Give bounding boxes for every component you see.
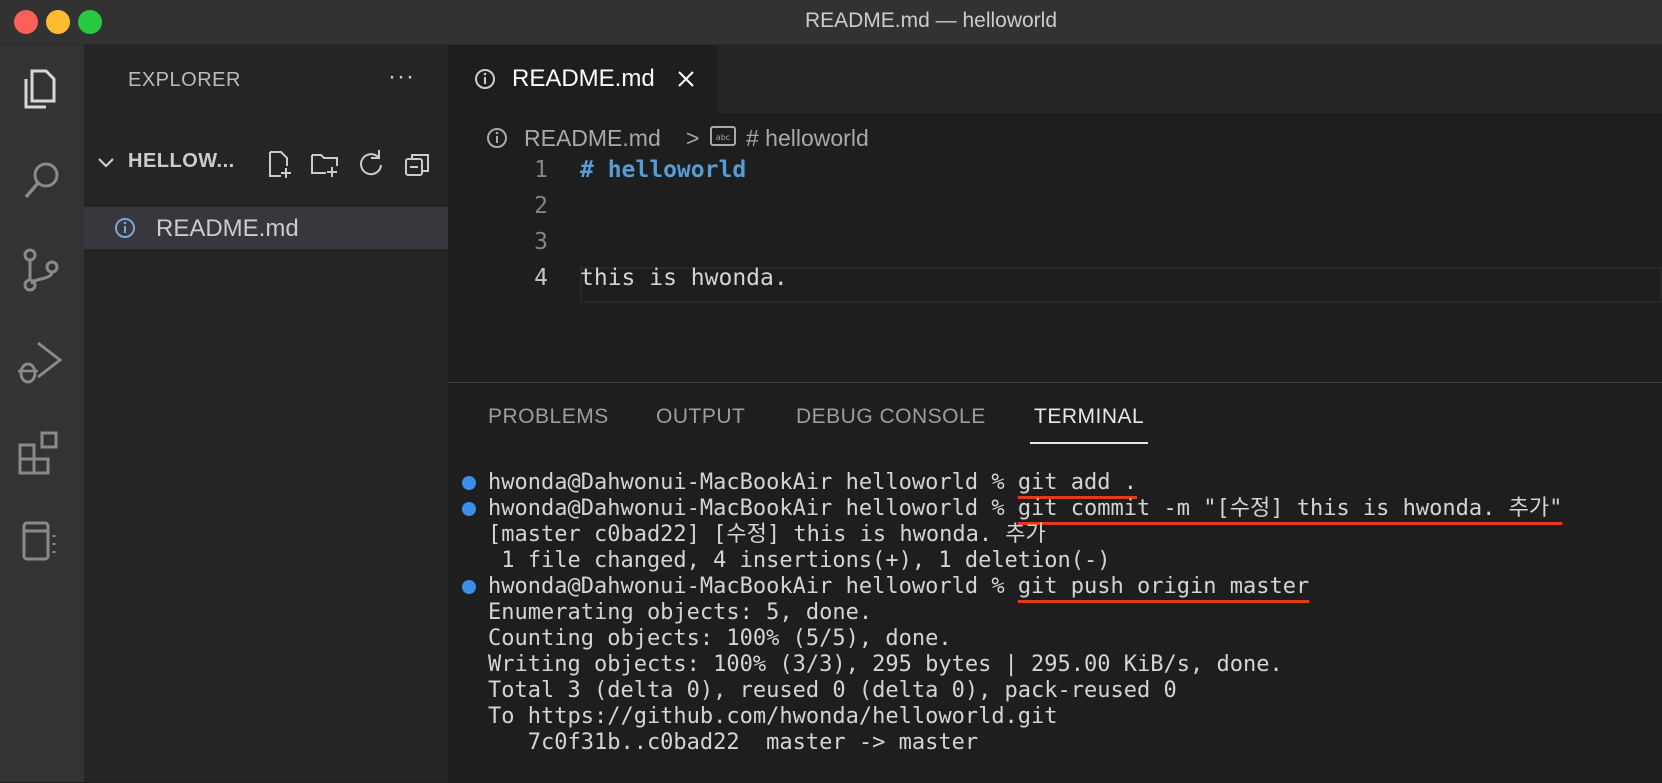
new-file-icon[interactable]	[264, 149, 294, 179]
refresh-icon[interactable]	[356, 149, 386, 179]
terminal-prompt: hwonda@Dahwonui-MacBookAir helloworld %	[488, 574, 1018, 599]
terminal-output-line: Enumerating objects: 5, done.	[488, 600, 873, 625]
folder-row[interactable]: HELLOW...	[84, 139, 448, 187]
new-folder-icon[interactable]	[310, 149, 340, 179]
breadcrumb-separator: >	[686, 125, 700, 151]
command-status-dot	[462, 502, 476, 516]
extensions-icon[interactable]	[14, 425, 70, 481]
editor-tab-bar: README.md	[448, 45, 1662, 113]
active-tab-indicator	[1030, 442, 1148, 444]
text-symbol-icon: abc	[710, 126, 736, 146]
tab-readme[interactable]: README.md	[448, 45, 718, 113]
terminal-output-line: Writing objects: 100% (3/3), 295 bytes |…	[488, 652, 1283, 677]
line-number: 1	[534, 157, 548, 183]
info-icon	[487, 128, 507, 148]
terminal-output-line: Total 3 (delta 0), reused 0 (delta 0), p…	[488, 678, 1177, 703]
terminal-command: git commit -m "[수정] this is hwonda. 추가"	[1017, 496, 1563, 521]
line-number: 3	[534, 229, 548, 255]
command-status-dot	[462, 580, 476, 594]
line-number: 4	[534, 265, 548, 291]
terminal-output-line: 7c0f31b..c0bad22 master -> master	[488, 730, 979, 755]
breadcrumb-symbol[interactable]: # helloworld	[746, 125, 869, 152]
breadcrumb: README.md > abc # helloworld	[448, 113, 1662, 157]
terminal-prompt: hwonda@Dahwonui-MacBookAir helloworld %	[488, 470, 1018, 495]
activity-bar	[0, 45, 84, 782]
line-number: 2	[534, 193, 548, 219]
tab-label: README.md	[512, 65, 655, 92]
run-debug-icon[interactable]	[14, 335, 70, 391]
source-control-icon[interactable]	[14, 243, 70, 299]
bottom-panel: PROBLEMS OUTPUT DEBUG CONSOLE TERMINAL h…	[448, 382, 1662, 783]
window-title: README.md — helloworld	[804, 9, 1058, 32]
explorer-icon[interactable]	[14, 61, 70, 117]
terminal-command: git push origin master	[1017, 574, 1310, 599]
svg-text:abc: abc	[716, 133, 730, 142]
info-icon	[475, 69, 495, 89]
code-editor[interactable]: 1 2 3 4 # helloworld this is hwonda.	[448, 157, 1662, 380]
folder-name: HELLOW...	[128, 150, 235, 172]
notebook-icon[interactable]	[14, 515, 70, 571]
tab-problems[interactable]: PROBLEMS	[488, 405, 609, 429]
info-icon	[115, 218, 135, 238]
chevron-down-icon	[98, 158, 114, 168]
collapse-all-icon[interactable]	[402, 149, 432, 179]
file-name: README.md	[156, 215, 299, 242]
explorer-sidebar: EXPLORER ··· HELLOW... README.md	[84, 45, 448, 782]
terminal-command: git add .	[1017, 470, 1138, 495]
search-icon[interactable]	[14, 153, 70, 209]
tab-output[interactable]: OUTPUT	[656, 405, 745, 429]
tab-terminal[interactable]: TERMINAL	[1034, 405, 1144, 429]
terminal-output-line: [master c0bad22] [수정] this is hwonda. 추가	[488, 522, 1046, 547]
breadcrumb-file[interactable]: README.md	[524, 125, 661, 152]
more-actions-button[interactable]: ···	[388, 63, 415, 91]
command-status-dot	[462, 476, 476, 490]
terminal-output-line: To https://github.com/hwonda/helloworld.…	[488, 704, 1058, 729]
terminal-output-line: Counting objects: 100% (5/5), done.	[488, 626, 952, 651]
terminal-output-line: 1 file changed, 4 insertions(+), 1 delet…	[488, 548, 1111, 573]
tab-debug-console[interactable]: DEBUG CONSOLE	[796, 405, 986, 429]
code-line: this is hwonda.	[580, 265, 788, 291]
close-icon[interactable]	[676, 69, 696, 89]
code-line: # helloworld	[580, 157, 747, 183]
title-bar: README.md — helloworld	[0, 0, 1662, 45]
explorer-title: EXPLORER	[128, 69, 241, 91]
file-row-readme[interactable]: README.md	[84, 207, 448, 249]
terminal-prompt: hwonda@Dahwonui-MacBookAir helloworld %	[488, 496, 1018, 521]
